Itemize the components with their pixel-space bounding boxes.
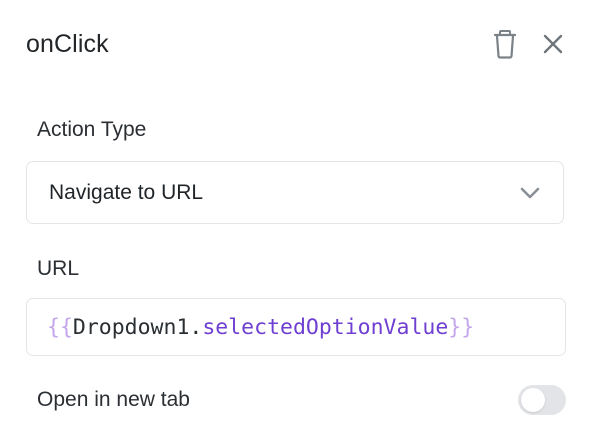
action-type-label: Action Type	[37, 118, 147, 141]
binding-dot: .	[189, 314, 203, 340]
close-button[interactable]	[536, 27, 570, 61]
event-action-panel: onClick Action Type Navigate to URL URL …	[0, 0, 594, 438]
binding-property: selectedOptionValue	[202, 314, 449, 340]
binding-open-brace: {{	[47, 314, 73, 340]
close-icon	[543, 34, 563, 54]
panel-header: onClick	[26, 24, 570, 64]
url-input[interactable]: {{Dropdown1. selectedOptionValue}}	[26, 298, 566, 356]
toggle-knob	[521, 388, 545, 412]
open-in-new-tab-label: Open in new tab	[37, 388, 190, 411]
delete-button[interactable]	[488, 27, 522, 61]
url-label: URL	[37, 257, 80, 280]
open-in-new-tab-toggle[interactable]	[518, 385, 566, 415]
action-type-select[interactable]: Navigate to URL	[26, 161, 564, 224]
trash-icon	[493, 30, 517, 59]
header-actions	[488, 27, 570, 61]
binding-close-brace: }}	[448, 314, 475, 340]
panel-title: onClick	[26, 29, 109, 58]
binding-object: Dropdown1	[72, 314, 190, 340]
action-type-value: Navigate to URL	[49, 180, 204, 204]
chevron-down-icon	[520, 187, 540, 198]
open-in-new-tab-row: Open in new tab	[37, 378, 566, 422]
